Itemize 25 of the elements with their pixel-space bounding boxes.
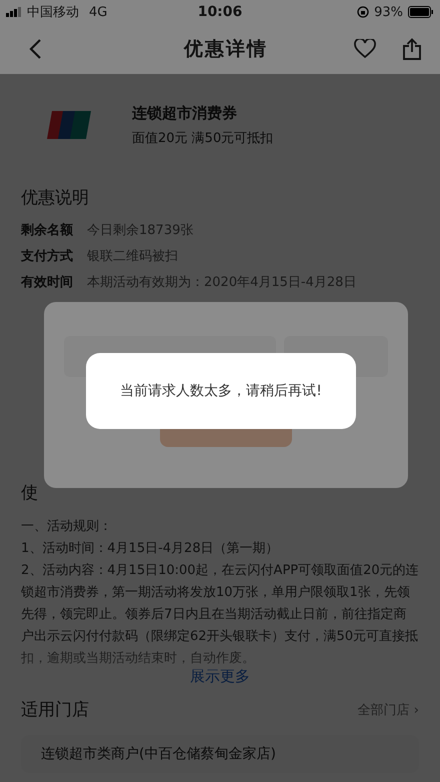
info-label: 剩余名额 bbox=[21, 222, 73, 239]
card-logo-icon bbox=[46, 111, 92, 139]
store-name: 连锁超市类商户(中百仓储蔡甸金家店) bbox=[41, 746, 276, 762]
section-heading: 适用门店 bbox=[21, 699, 89, 721]
rule-text: 一、活动规则： bbox=[21, 518, 113, 536]
battery-icon bbox=[408, 6, 434, 18]
rule-text: 1、活动时间：4月15日-4月28日（第一期） bbox=[21, 540, 280, 558]
info-label: 有效时间 bbox=[21, 274, 73, 291]
rotation-lock-icon bbox=[357, 6, 370, 18]
network-type: 4G bbox=[89, 4, 108, 20]
heart-icon bbox=[354, 39, 376, 59]
clock-time: 10:06 bbox=[198, 4, 242, 20]
battery-percent: 93% bbox=[374, 4, 403, 20]
coupon-subtitle: 面值20元 满50元可抵扣 bbox=[132, 130, 274, 146]
section-heading: 使 bbox=[21, 482, 39, 504]
coupon-title: 连锁超市消费券 bbox=[132, 104, 238, 122]
section-heading: 优惠说明 bbox=[21, 187, 90, 209]
share-icon bbox=[402, 38, 422, 60]
info-label: 支付方式 bbox=[21, 248, 73, 265]
show-more-link[interactable]: 展示更多 bbox=[190, 667, 250, 685]
error-toast: 当前请求人数太多，请稍后再试! bbox=[86, 353, 356, 429]
back-icon bbox=[28, 38, 42, 60]
page-title: 优惠详情 bbox=[184, 37, 268, 62]
carrier-name: 中国移动 bbox=[27, 4, 79, 21]
signal-icon bbox=[6, 7, 22, 17]
